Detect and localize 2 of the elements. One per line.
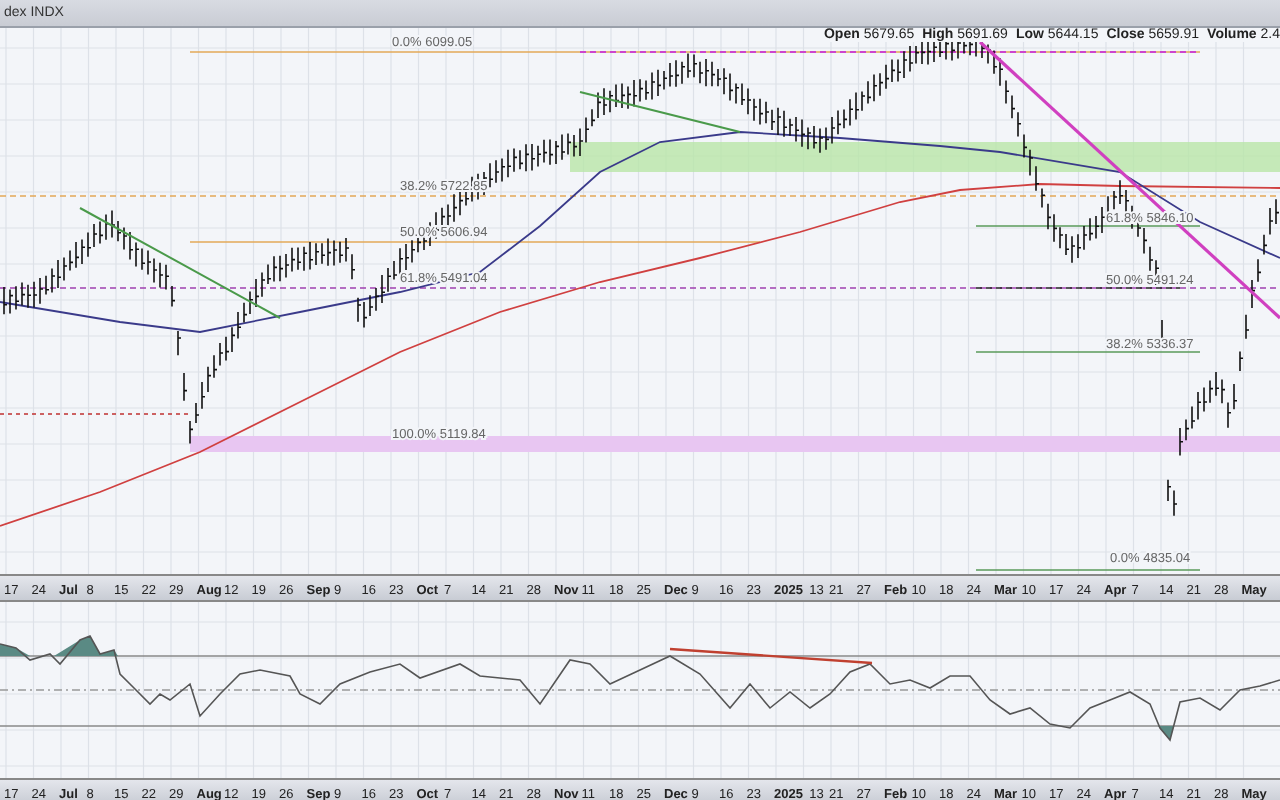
overbought-fill: [0, 636, 118, 656]
oversold-fill: [1158, 726, 1174, 740]
